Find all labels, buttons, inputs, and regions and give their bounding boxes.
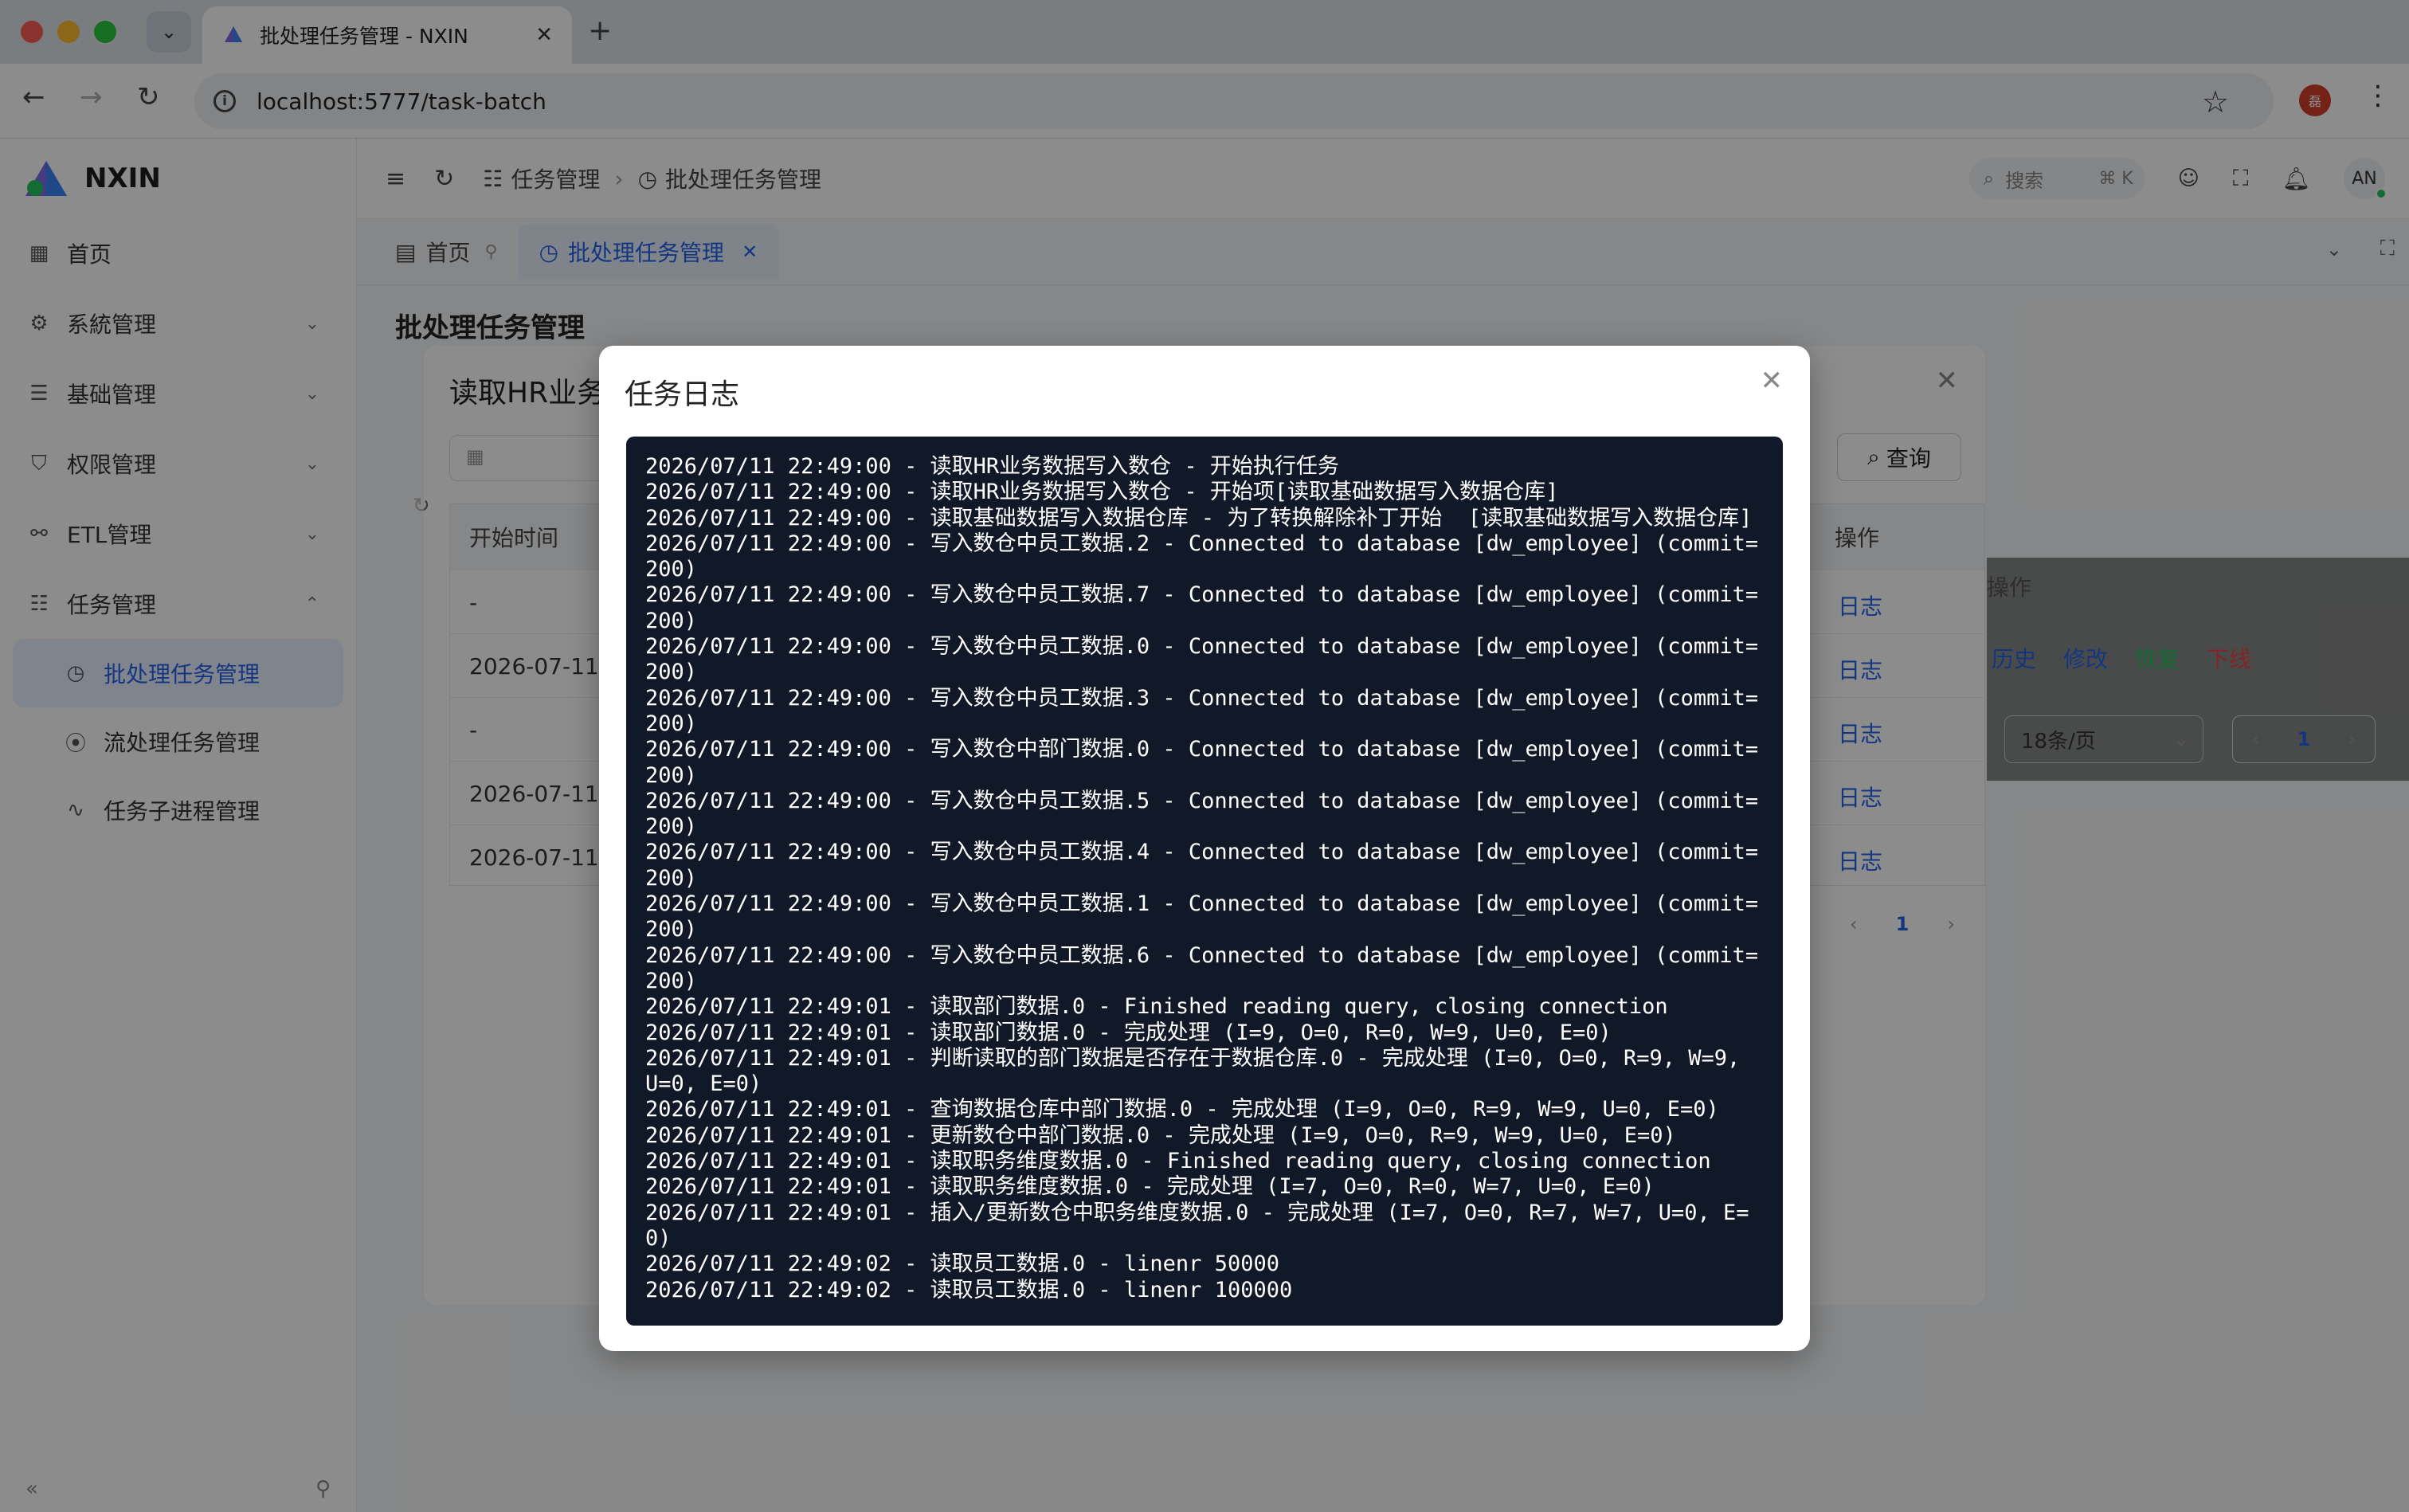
log-line: 2026/07/11 22:49:01 - 读取职务维度数据.0 - 完成处理 … [645,1174,1655,1200]
log-modal-title: 任务日志 [625,378,740,411]
log-line: 2026/07/11 22:49:00 - 写入数仓中员工数据.7 - Conn… [645,582,1759,633]
log-line: 2026/07/11 22:49:00 - 写入数仓中员工数据.1 - Conn… [645,891,1759,942]
log-line: 2026/07/11 22:49:00 - 读取基础数据写入数据仓库 - 为了转… [645,505,1753,531]
log-line: 2026/07/11 22:49:00 - 读取HR业务数据写入数仓 - 开始执… [645,454,1339,479]
log-line: 2026/07/11 22:49:02 - 读取员工数据.0 - linenr … [645,1277,1293,1302]
log-line: 2026/07/11 22:49:01 - 更新数仓中部门数据.0 - 完成处理… [645,1122,1676,1148]
log-line: 2026/07/11 22:49:00 - 写入数仓中员工数据.2 - Conn… [645,531,1759,582]
log-line: 2026/07/11 22:49:00 - 写入数仓中员工数据.4 - Conn… [645,840,1759,891]
bg-dim-patch [1987,558,2409,781]
log-line: 2026/07/11 22:49:01 - 查询数据仓库中部门数据.0 - 完成… [645,1097,1719,1122]
log-line: 2026/07/11 22:49:00 - 写入数仓中部门数据.0 - Conn… [645,737,1759,788]
log-line: 2026/07/11 22:49:00 - 写入数仓中员工数据.5 - Conn… [645,788,1759,840]
close-icon[interactable]: ✕ [1761,365,1784,397]
log-line: 2026/07/11 22:49:02 - 读取员工数据.0 - linenr … [645,1252,1279,1277]
log-modal: 任务日志 ✕ 2026/07/11 22:49:00 - 读取HR业务数据写入数… [599,346,1810,1351]
log-line: 2026/07/11 22:49:01 - 判断读取的部门数据是否存在于数据仓库… [645,1045,1753,1097]
log-output[interactable]: 2026/07/11 22:49:00 - 读取HR业务数据写入数仓 - 开始执… [626,437,1783,1326]
log-line: 2026/07/11 22:49:01 - 读取部门数据.0 - Finishe… [645,994,1668,1020]
log-line: 2026/07/11 22:49:00 - 写入数仓中员工数据.3 - Conn… [645,685,1759,736]
log-line: 2026/07/11 22:49:00 - 读取HR业务数据写入数仓 - 开始项… [645,480,1559,505]
log-line: 2026/07/11 22:49:00 - 写入数仓中员工数据.0 - Conn… [645,634,1759,685]
log-line: 2026/07/11 22:49:01 - 读取部门数据.0 - 完成处理 (I… [645,1020,1612,1045]
log-line: 2026/07/11 22:49:01 - 插入/更新数仓中职务维度数据.0 -… [645,1200,1749,1251]
log-line: 2026/07/11 22:49:00 - 写入数仓中员工数据.6 - Conn… [645,942,1759,993]
log-line: 2026/07/11 22:49:01 - 读取职务维度数据.0 - Finis… [645,1149,1711,1174]
